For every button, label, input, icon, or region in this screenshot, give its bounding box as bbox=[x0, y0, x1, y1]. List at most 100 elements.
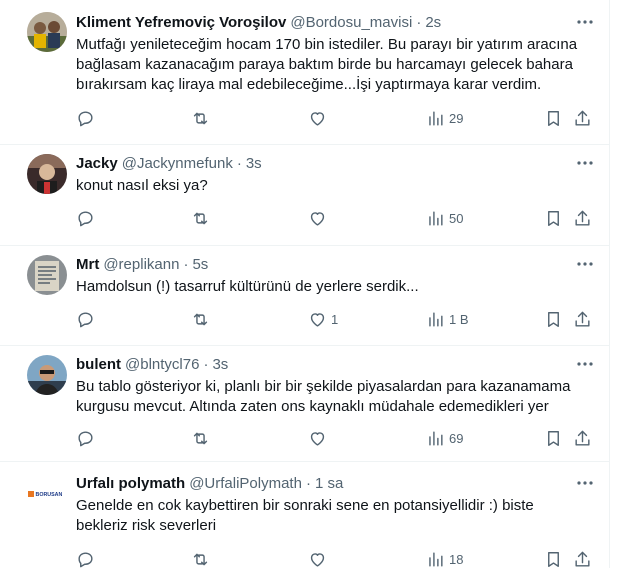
author-handle[interactable]: @replikann bbox=[103, 255, 179, 275]
views-chart-icon bbox=[429, 210, 443, 226]
retweet-button[interactable] bbox=[191, 108, 210, 128]
avatar[interactable] bbox=[27, 255, 67, 295]
bookmark-button[interactable] bbox=[544, 208, 563, 228]
separator-dot: · bbox=[236, 155, 242, 172]
bookmark-button[interactable] bbox=[544, 549, 563, 569]
author-handle[interactable]: @blntycl76 bbox=[125, 355, 199, 375]
separator-dot: · bbox=[416, 14, 422, 31]
retweet-icon bbox=[193, 313, 208, 325]
tweet-actions: 50 bbox=[76, 208, 602, 228]
more-options-icon[interactable] bbox=[575, 473, 595, 493]
tweet-header: Kliment Yefremoviç Voroşilov @Bordosu_ma… bbox=[76, 13, 587, 33]
share-icon bbox=[575, 551, 590, 567]
separator-dot: · bbox=[203, 356, 209, 373]
views-button[interactable]: 18 bbox=[426, 549, 463, 569]
share-button[interactable] bbox=[573, 108, 592, 128]
views-button[interactable]: 50 bbox=[426, 208, 463, 228]
author-handle[interactable]: @UrfaliPolymath bbox=[189, 474, 302, 494]
like-button[interactable]: 1 bbox=[308, 309, 338, 329]
reply-icon bbox=[78, 551, 93, 567]
author-name[interactable]: Jacky bbox=[76, 154, 118, 174]
tweet[interactable]: bulent @blntycl76 · 3s Bu tablo gösteriy… bbox=[0, 346, 609, 462]
reply-button[interactable] bbox=[76, 428, 95, 448]
author-name[interactable]: Kliment Yefremoviç Voroşilov bbox=[76, 13, 286, 33]
share-icon bbox=[575, 311, 590, 327]
views-button[interactable]: 69 bbox=[426, 428, 463, 448]
retweet-button[interactable] bbox=[191, 428, 210, 448]
bookmark-icon bbox=[548, 311, 559, 327]
bookmark-button[interactable] bbox=[544, 428, 563, 448]
timestamp[interactable]: 5s bbox=[192, 255, 208, 275]
reply-button[interactable] bbox=[76, 208, 95, 228]
reply-icon bbox=[78, 311, 93, 327]
views-chart-icon bbox=[429, 311, 443, 327]
view-count: 69 bbox=[449, 430, 464, 446]
heart-icon bbox=[310, 552, 325, 567]
tweet-text: Bu tablo gösteriyor ki, planlı bir bir ş… bbox=[76, 378, 571, 415]
retweet-icon bbox=[193, 112, 208, 124]
tweet-feed: Kliment Yefremoviç Voroşilov @Bordosu_ma… bbox=[0, 0, 610, 568]
tweet-header: bulent @blntycl76 · 3s bbox=[76, 355, 587, 375]
tweet[interactable]: Jacky @Jackynmefunk · 3s konut nasıl eks… bbox=[0, 145, 609, 246]
author-handle[interactable]: @Jackynmefunk bbox=[122, 154, 233, 174]
author-name[interactable]: Mrt bbox=[76, 255, 99, 275]
avatar[interactable] bbox=[27, 154, 67, 194]
like-button[interactable] bbox=[308, 428, 331, 448]
separator-dot: · bbox=[183, 256, 189, 273]
heart-icon bbox=[310, 312, 325, 327]
retweet-button[interactable] bbox=[191, 549, 210, 569]
retweet-button[interactable] bbox=[191, 208, 210, 228]
avatar-photo bbox=[27, 355, 67, 395]
like-button[interactable] bbox=[308, 108, 331, 128]
author-name[interactable]: bulent bbox=[76, 355, 121, 375]
avatar[interactable]: BORUSAN bbox=[27, 474, 67, 514]
timestamp[interactable]: 1 sa bbox=[315, 474, 343, 494]
more-options-icon[interactable] bbox=[575, 254, 595, 274]
tweet-header: Urfalı polymath @UrfaliPolymath · 1 sa bbox=[76, 474, 587, 494]
share-button[interactable] bbox=[573, 428, 592, 448]
reply-button[interactable] bbox=[76, 549, 95, 569]
reply-button[interactable] bbox=[76, 309, 95, 329]
author-handle[interactable]: @Bordosu_mavisi bbox=[290, 13, 412, 33]
like-button[interactable] bbox=[308, 549, 331, 569]
tweet-text: konut nasıl eksi ya? bbox=[76, 177, 208, 194]
view-count: 50 bbox=[449, 210, 464, 226]
timestamp[interactable]: 3s bbox=[246, 154, 262, 174]
like-button[interactable] bbox=[308, 208, 331, 228]
views-chart-icon bbox=[429, 430, 443, 446]
avatar[interactable] bbox=[27, 12, 67, 52]
views-button[interactable]: 29 bbox=[426, 108, 463, 128]
avatar[interactable] bbox=[27, 355, 67, 395]
tweet-actions: 69 bbox=[76, 428, 602, 448]
more-options-icon[interactable] bbox=[575, 12, 595, 32]
views-button[interactable]: 1 B bbox=[426, 309, 469, 329]
reply-icon bbox=[78, 110, 93, 126]
retweet-button[interactable] bbox=[191, 309, 210, 329]
share-button[interactable] bbox=[573, 549, 592, 569]
reply-button[interactable] bbox=[76, 108, 95, 128]
avatar-photo bbox=[27, 12, 67, 52]
more-options-icon[interactable] bbox=[575, 354, 595, 374]
separator-dot: · bbox=[305, 475, 311, 492]
share-button[interactable] bbox=[573, 309, 592, 329]
tweet-text: Mutfağı yenileteceğim hocam 170 bin iste… bbox=[76, 36, 578, 93]
retweet-icon bbox=[193, 212, 208, 224]
share-button[interactable] bbox=[573, 208, 592, 228]
view-count: 1 B bbox=[449, 311, 469, 327]
heart-icon bbox=[310, 431, 325, 446]
tweet[interactable]: BORUSAN Urfalı polymath @UrfaliPolymath … bbox=[0, 462, 609, 568]
bookmark-button[interactable] bbox=[544, 309, 563, 329]
more-options-icon[interactable] bbox=[575, 153, 595, 173]
borusan-logo: BORUSAN bbox=[27, 474, 67, 514]
tweet[interactable]: Kliment Yefremoviç Voroşilov @Bordosu_ma… bbox=[0, 0, 609, 145]
avatar-photo bbox=[27, 154, 67, 194]
retweet-icon bbox=[193, 432, 208, 444]
timestamp[interactable]: 2s bbox=[425, 13, 441, 33]
view-count: 18 bbox=[449, 551, 464, 567]
timestamp[interactable]: 3s bbox=[212, 355, 228, 375]
bookmark-button[interactable] bbox=[544, 108, 563, 128]
author-name[interactable]: Urfalı polymath bbox=[76, 474, 185, 494]
heart-icon bbox=[310, 211, 325, 226]
tweet-actions: 29 bbox=[76, 108, 602, 128]
tweet[interactable]: Mrt @replikann · 5s Hamdolsun (!) tasarr… bbox=[0, 246, 609, 346]
